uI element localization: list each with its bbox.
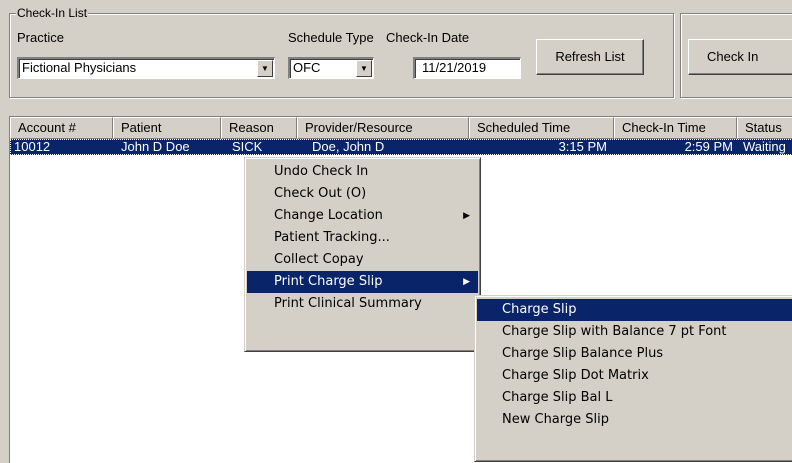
menu-item-collect-copay[interactable]: Collect Copay [247, 249, 478, 271]
menu-item-print-charge-slip[interactable]: Print Charge Slip ▶ [247, 271, 478, 293]
context-menu: Undo Check In Check Out (O) Change Locat… [244, 157, 481, 352]
menu-item-label: Print Charge Slip [274, 274, 383, 289]
column-header-reason[interactable]: Reason [221, 117, 297, 139]
refresh-list-button[interactable]: Refresh List [536, 39, 644, 75]
checkin-date-label: Check-In Date [386, 30, 470, 45]
practice-select[interactable]: Fictional Physicians ▼ [17, 57, 275, 79]
submenu-arrow-icon: ▶ [463, 277, 470, 287]
cell-status: Waiting [743, 139, 786, 154]
menu-item-check-out[interactable]: Check Out (O) [247, 183, 478, 205]
checkin-list-group-label: Check-In List [16, 6, 89, 20]
submenu-item-charge-slip-bal-l[interactable]: Charge Slip Bal L [477, 387, 792, 409]
column-header-checkin-time[interactable]: Check-In Time [614, 117, 737, 139]
cell-patient: John D Doe [121, 139, 190, 154]
menu-item-change-location[interactable]: Change Location ▶ [247, 205, 478, 227]
schedule-type-label: Schedule Type [288, 30, 374, 45]
schedule-type-select[interactable]: OFC ▼ [288, 57, 374, 79]
practice-dropdown-arrow-icon[interactable]: ▼ [257, 60, 273, 77]
practice-value: Fictional Physicians [22, 60, 137, 75]
menu-item-patient-tracking[interactable]: Patient Tracking... [247, 227, 478, 249]
checkin-date-value: 11/21/2019 [422, 60, 487, 75]
cell-reason: SICK [232, 139, 263, 154]
column-header-patient[interactable]: Patient [113, 117, 221, 139]
submenu-item-charge-slip-balance-7pt[interactable]: Charge Slip with Balance 7 pt Font [477, 321, 792, 343]
submenu-item-charge-slip-dot-matrix[interactable]: Charge Slip Dot Matrix [477, 365, 792, 387]
menu-item-label: Charge Slip Dot Matrix [502, 368, 649, 383]
menu-item-label: Check Out (O) [274, 186, 367, 201]
menu-item-label: Charge Slip with Balance 7 pt Font [502, 324, 727, 339]
menu-item-label: Change Location [274, 208, 383, 223]
table-header: Account # Patient Reason Provider/Resour… [10, 117, 792, 139]
menu-item-label: Undo Check In [274, 164, 369, 179]
schedule-type-value: OFC [293, 60, 321, 75]
menu-item-label: Collect Copay [274, 252, 364, 267]
submenu-arrow-icon: ▶ [463, 211, 470, 221]
schedule-type-dropdown-arrow-icon[interactable]: ▼ [356, 60, 372, 77]
practice-label: Practice [17, 30, 64, 45]
cell-checkin-time: 2:59 PM [684, 139, 733, 154]
menu-item-label: Patient Tracking... [274, 230, 390, 245]
checkin-button[interactable]: Check In [688, 39, 792, 75]
menu-item-label: New Charge Slip [502, 412, 609, 427]
column-header-status[interactable]: Status [737, 117, 792, 139]
menu-item-print-clinical-summary[interactable]: Print Clinical Summary [247, 293, 478, 315]
cell-account: 10012 [14, 139, 51, 154]
menu-item-undo-checkin[interactable]: Undo Check In [247, 161, 478, 183]
submenu-item-charge-slip-balance-plus[interactable]: Charge Slip Balance Plus [477, 343, 792, 365]
menu-item-label: Charge Slip [502, 302, 577, 317]
cell-scheduled-time: 3:15 PM [558, 139, 607, 154]
column-header-provider[interactable]: Provider/Resource [297, 117, 469, 139]
menu-item-label: Charge Slip Bal L [502, 390, 613, 405]
cell-provider: Doe, John D [312, 139, 385, 154]
menu-item-label: Print Clinical Summary [274, 296, 422, 311]
column-header-scheduled-time[interactable]: Scheduled Time [469, 117, 614, 139]
print-charge-slip-submenu: Charge Slip Charge Slip with Balance 7 p… [474, 295, 792, 462]
submenu-item-charge-slip[interactable]: Charge Slip [477, 299, 792, 321]
submenu-item-new-charge-slip[interactable]: New Charge Slip [477, 409, 792, 431]
menu-item-label: Charge Slip Balance Plus [502, 346, 664, 361]
table-row[interactable]: 10012 John D Doe SICK Doe, John D 3:15 P… [10, 139, 792, 155]
checkin-date-field[interactable]: 11/21/2019 [413, 57, 521, 79]
column-header-account[interactable]: Account # [10, 117, 113, 139]
